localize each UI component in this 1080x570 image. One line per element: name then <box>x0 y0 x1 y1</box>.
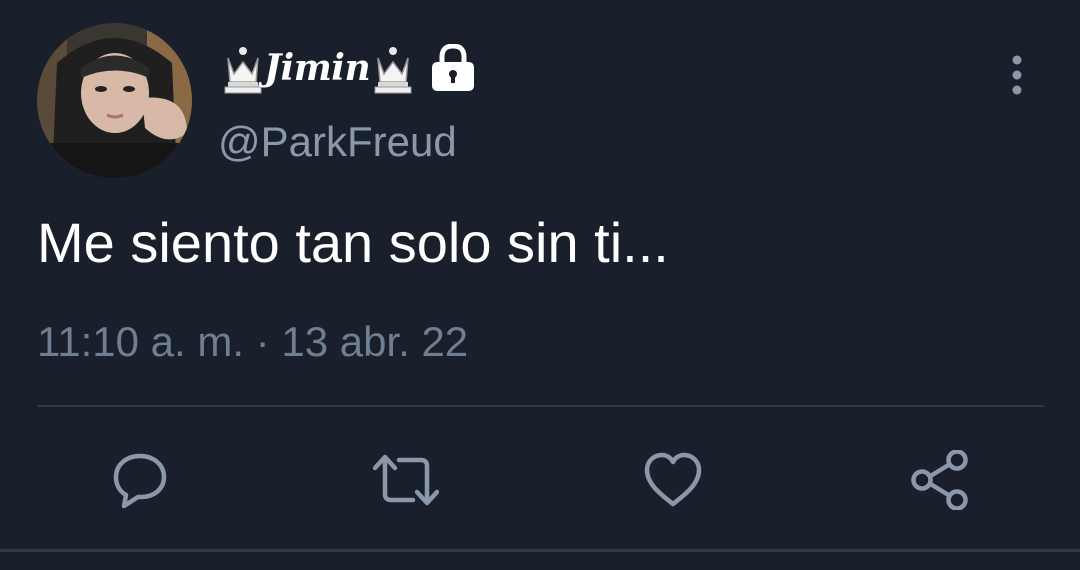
divider <box>37 405 1044 407</box>
tweet-text: Me siento tan solo sin ti... <box>37 211 669 274</box>
more-vertical-icon[interactable] <box>1000 55 1034 97</box>
chess-queen-icon <box>222 44 264 94</box>
display-name-row[interactable]: Jimin <box>222 40 476 96</box>
avatar[interactable] <box>37 23 192 178</box>
reply-icon <box>110 450 170 510</box>
lock-icon <box>430 43 476 92</box>
chess-queen-icon <box>372 44 414 94</box>
retweet-icon <box>373 450 439 510</box>
share-button[interactable] <box>908 448 972 512</box>
like-button[interactable] <box>641 448 705 512</box>
heart-icon <box>643 452 703 508</box>
user-handle[interactable]: @ParkFreud <box>218 118 457 166</box>
reply-button[interactable] <box>108 448 172 512</box>
divider <box>0 549 1080 552</box>
display-name: Jimin <box>264 47 371 89</box>
tweet-detail: Jimin @ParkFreud Me siento tan solo sin … <box>0 0 1080 570</box>
share-icon <box>909 450 971 510</box>
tweet-timestamp[interactable]: 11:10 a. m. · 13 abr. 22 <box>37 318 468 366</box>
retweet-button[interactable] <box>373 448 439 512</box>
